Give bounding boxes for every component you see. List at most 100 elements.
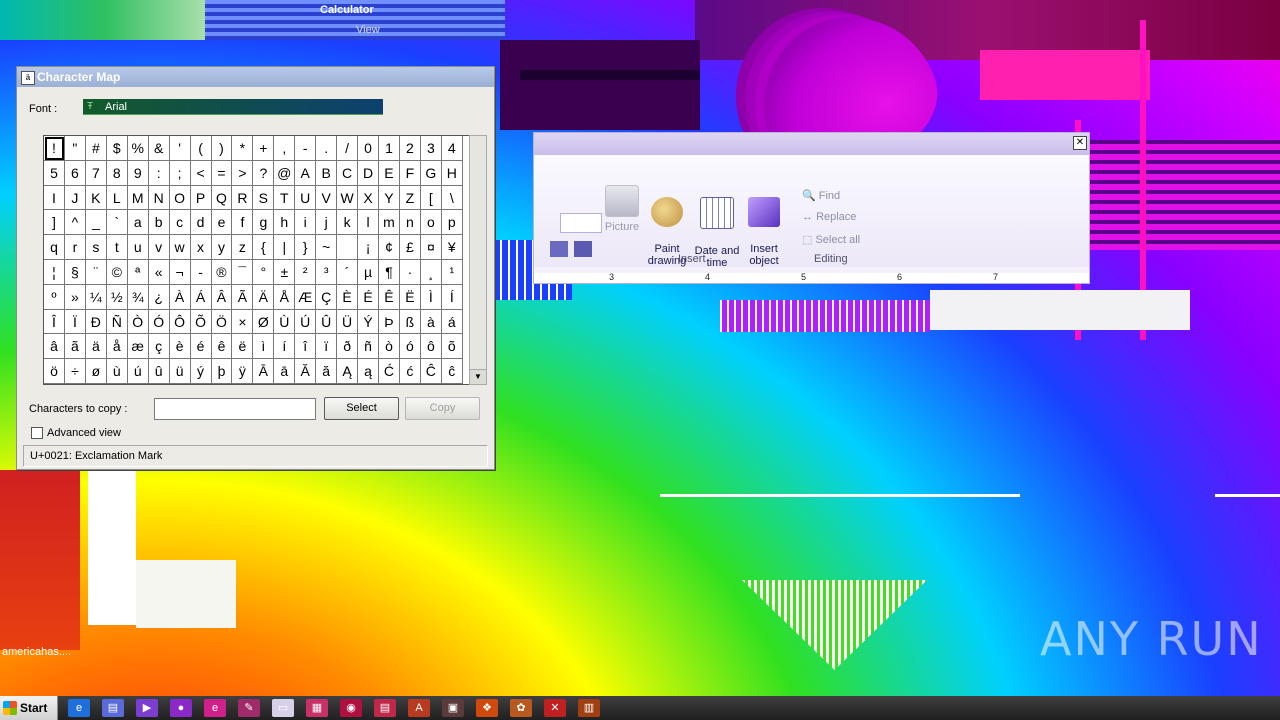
char-cell[interactable]: q	[44, 235, 65, 260]
char-cell[interactable]: è	[169, 334, 191, 360]
char-cell[interactable]: À	[169, 284, 191, 310]
char-cell[interactable]: Õ	[190, 309, 212, 335]
char-cell[interactable]: ?	[253, 160, 275, 186]
char-cell[interactable]: Ä	[253, 284, 275, 310]
char-cell[interactable]: ·	[399, 259, 421, 285]
char-cell[interactable]: I	[44, 185, 65, 211]
char-cell[interactable]: Ç	[316, 284, 338, 310]
char-cell[interactable]: Ô	[169, 309, 191, 335]
char-cell[interactable]: S	[253, 185, 275, 211]
char-cell[interactable]: æ	[127, 334, 149, 360]
char-cell[interactable]: 8	[106, 160, 128, 186]
char-cell[interactable]: Ā	[253, 359, 275, 384]
char-cell[interactable]: È	[337, 284, 359, 310]
char-cell[interactable]: Ó	[148, 309, 170, 335]
char-cell[interactable]: U	[295, 185, 317, 211]
font-select[interactable]: Ŧ Arial	[83, 99, 383, 115]
charmap-icon[interactable]: ◉	[340, 699, 362, 717]
char-cell[interactable]: Ã	[232, 284, 254, 310]
char-cell[interactable]: Ă	[295, 359, 317, 384]
find-button[interactable]: 🔍 Find	[802, 189, 840, 202]
char-cell[interactable]: (	[190, 136, 212, 161]
char-cell[interactable]: P	[190, 185, 212, 211]
char-cell[interactable]: Î	[44, 309, 65, 335]
char-cell[interactable]: ä	[85, 334, 107, 360]
char-cell[interactable]: n	[399, 210, 421, 236]
char-cell[interactable]: Z	[399, 185, 421, 211]
char-cell[interactable]: Ü	[337, 309, 359, 335]
char-cell[interactable]: õ	[441, 334, 463, 360]
char-cell[interactable]: í	[274, 334, 296, 360]
start-button[interactable]: Start	[0, 696, 58, 720]
char-cell[interactable]: »	[64, 284, 86, 310]
char-cell[interactable]: J	[64, 185, 86, 211]
char-cell[interactable]: ©	[106, 259, 128, 285]
char-cell[interactable]: ñ	[358, 334, 379, 360]
char-cell[interactable]: Ö	[211, 309, 233, 335]
char-cell[interactable]: !	[44, 136, 65, 161]
char-cell[interactable]: t	[106, 235, 128, 260]
char-cell[interactable]: =	[211, 160, 233, 186]
char-cell[interactable]: ÿ	[232, 359, 254, 384]
record-icon[interactable]: ●	[170, 699, 192, 717]
char-cell[interactable]: :	[148, 160, 170, 186]
char-cell[interactable]: Ú	[295, 309, 317, 335]
char-cell[interactable]: ¯	[232, 259, 254, 285]
char-cell[interactable]: h	[274, 210, 296, 236]
char-cell[interactable]: /	[337, 136, 359, 161]
archive-icon[interactable]: ▥	[578, 699, 600, 717]
charmap-titlebar[interactable]: ä Character Map	[17, 67, 494, 87]
char-cell[interactable]: M	[127, 185, 149, 211]
char-cell[interactable]: T	[274, 185, 296, 211]
characters-to-copy-input[interactable]	[154, 398, 316, 420]
char-cell[interactable]: Y	[379, 185, 400, 211]
char-cell[interactable]: Í	[441, 284, 463, 310]
char-cell[interactable]: ö	[44, 359, 65, 384]
char-cell[interactable]: ½	[106, 284, 128, 310]
char-cell[interactable]: É	[358, 284, 379, 310]
char-cell[interactable]: u	[127, 235, 149, 260]
char-cell[interactable]: ´	[337, 259, 359, 285]
char-cell[interactable]: F	[399, 160, 421, 186]
char-cell[interactable]: R	[232, 185, 254, 211]
char-cell[interactable]: ¤	[420, 235, 442, 260]
char-cell[interactable]: 3	[420, 136, 442, 161]
char-cell[interactable]: ¼	[85, 284, 107, 310]
insert-object-button[interactable]: Insert object	[738, 185, 790, 267]
char-cell[interactable]: X	[358, 185, 379, 211]
char-cell[interactable]: Û	[316, 309, 338, 335]
char-cell[interactable]: G	[420, 160, 442, 186]
error-icon[interactable]: ✕	[544, 699, 566, 717]
char-cell[interactable]: ¹	[441, 259, 463, 285]
char-cell[interactable]: s	[85, 235, 107, 260]
char-cell[interactable]: °	[253, 259, 275, 285]
char-cell[interactable]: N	[148, 185, 170, 211]
char-cell[interactable]: %	[127, 136, 149, 161]
char-cell[interactable]: v	[148, 235, 170, 260]
character-grid[interactable]: ! " # $% & '() * +, -./0 1 2 3 4 5 6 7 8 9:; < = >? @ A B C D E F G H…	[43, 135, 481, 385]
char-cell[interactable]: e	[211, 210, 233, 236]
scroll-down-arrow-icon[interactable]: ▼	[470, 369, 486, 384]
char-cell[interactable]: 6	[64, 160, 86, 186]
char-cell[interactable]: _	[85, 210, 107, 236]
char-cell[interactable]: r	[64, 235, 86, 260]
char-cell[interactable]: b	[148, 210, 170, 236]
char-cell[interactable]: ¡	[358, 235, 379, 260]
char-cell[interactable]: ÷	[64, 359, 86, 384]
grid-scrollbar[interactable]: ▼	[469, 135, 487, 385]
char-cell[interactable]: Ù	[274, 309, 296, 335]
char-cell[interactable]: [	[420, 185, 442, 211]
char-cell[interactable]: §	[64, 259, 86, 285]
paint-icon[interactable]: ✿	[510, 699, 532, 717]
char-cell[interactable]: Ï	[64, 309, 86, 335]
folder-icon[interactable]: ▤	[102, 699, 124, 717]
char-cell[interactable]: Ą	[337, 359, 359, 384]
char-cell[interactable]: <	[190, 160, 212, 186]
char-cell[interactable]: 0	[358, 136, 379, 161]
char-cell[interactable]: ā	[274, 359, 296, 384]
char-cell[interactable]: {	[253, 235, 275, 260]
char-cell[interactable]: Ĉ	[420, 359, 442, 384]
char-cell[interactable]: Ć	[379, 359, 400, 384]
char-cell[interactable]: ð	[337, 334, 359, 360]
char-cell[interactable]: z	[232, 235, 254, 260]
